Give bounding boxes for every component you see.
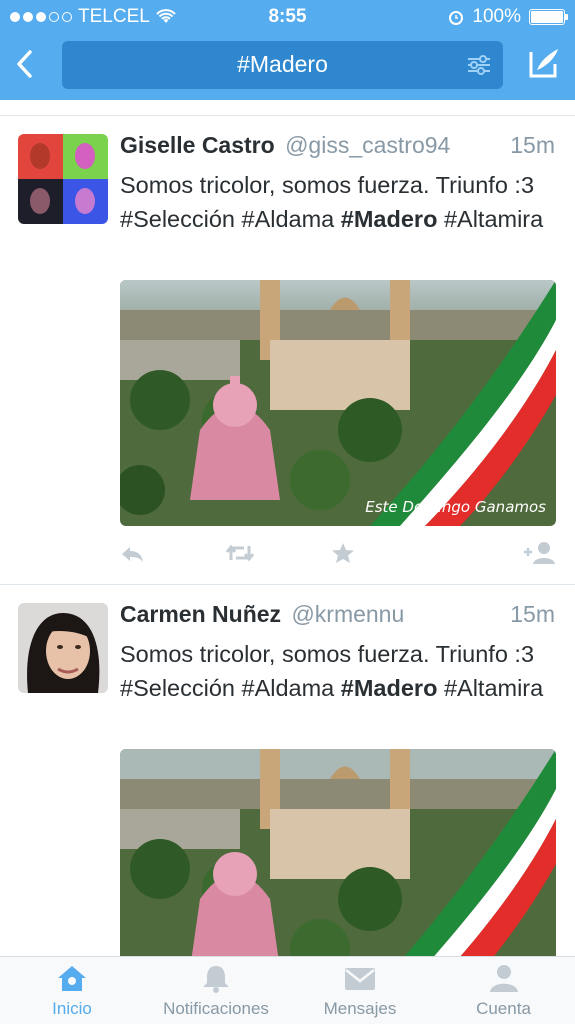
search-field[interactable]: #Madero [62, 41, 503, 89]
tab-inicio[interactable]: Inicio [0, 957, 144, 1024]
tweet-timestamp: 15m [510, 132, 555, 158]
status-right: 100% [448, 6, 568, 28]
tab-label: Cuenta [476, 999, 531, 1018]
city-photo [120, 749, 556, 956]
tweet-timestamp: 15m [510, 601, 555, 627]
battery-icon [529, 9, 568, 25]
avatar[interactable] [18, 134, 108, 224]
filter-settings-icon[interactable] [465, 53, 493, 77]
tab-notificaciones[interactable]: Notificaciones [144, 957, 288, 1024]
search-query: #Madero [237, 51, 328, 77]
tweet-text: Somos tricolor, somos fuerza. Triunfo :3… [120, 637, 560, 705]
avatar-image [18, 134, 108, 224]
author-handle[interactable]: @giss_castro94 [285, 132, 450, 158]
follow-user-icon[interactable] [522, 538, 556, 568]
tweet-item[interactable]: Carmen Nuñez @krmennu 15m Somos tricolor… [0, 587, 575, 956]
tab-label: Notificaciones [163, 999, 269, 1018]
alarm-icon [449, 11, 464, 25]
tweet-header: Carmen Nuñez @krmennu 15m [120, 601, 555, 631]
battery-percent: 100% [472, 6, 521, 27]
compose-tweet-button[interactable] [527, 46, 561, 80]
favorite-icon[interactable] [330, 538, 356, 568]
envelope-icon [345, 968, 375, 990]
tab-cuenta[interactable]: Cuenta [432, 957, 575, 1024]
tab-bar: Inicio Notificaciones Mensajes Cuenta [0, 956, 575, 1024]
city-photo: Este Domingo Ganamos [120, 280, 556, 526]
tweet-actions [120, 538, 560, 568]
chevron-left-icon [17, 50, 32, 78]
author-handle[interactable]: @krmennu [291, 601, 404, 627]
avatar[interactable] [18, 603, 108, 693]
tweet-text-part: #Altamira [437, 675, 544, 701]
header-divider [0, 100, 575, 116]
retweet-icon[interactable] [224, 538, 256, 568]
tweet-divider [0, 584, 575, 585]
status-bar: TELCEL 8:55 100% [0, 0, 575, 34]
tab-label: Mensajes [323, 999, 397, 1018]
tweet-media[interactable]: Este Domingo Ganamos [120, 280, 556, 526]
tweet-header: Giselle Castro @giss_castro94 15m [120, 132, 555, 162]
bell-icon [203, 966, 229, 993]
nav-header: TELCEL 8:55 100% #Madero [0, 0, 575, 100]
hashtag-highlight[interactable]: #Madero [341, 206, 438, 232]
tweet-text: Somos tricolor, somos fuerza. Triunfo :3… [120, 168, 560, 236]
hashtag-highlight[interactable]: #Madero [341, 675, 438, 701]
back-button[interactable] [12, 48, 38, 80]
reply-icon[interactable] [120, 538, 146, 568]
tweet-text-part: #Altamira [437, 206, 544, 232]
tweet-media[interactable] [120, 749, 556, 956]
person-icon [489, 965, 518, 992]
author-name[interactable]: Giselle Castro [120, 132, 275, 158]
tweet-item[interactable]: Giselle Castro @giss_castro94 15m Somos … [0, 118, 575, 586]
media-caption: Este Domingo Ganamos [365, 498, 546, 516]
tab-label: Inicio [52, 999, 92, 1018]
compose-icon [529, 49, 558, 78]
home-icon [58, 966, 86, 991]
avatar-image [18, 603, 108, 693]
author-name[interactable]: Carmen Nuñez [120, 601, 281, 627]
tab-mensajes[interactable]: Mensajes [288, 957, 432, 1024]
